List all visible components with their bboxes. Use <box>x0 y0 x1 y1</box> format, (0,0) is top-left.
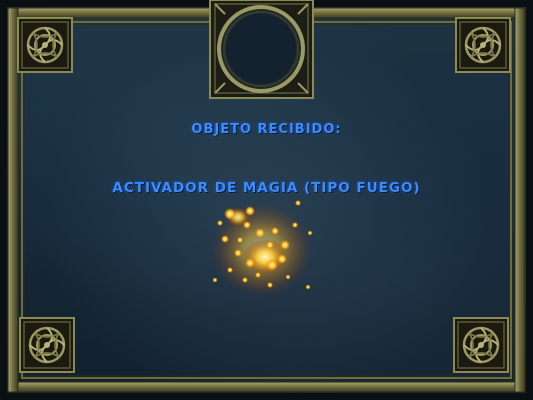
item-name-label: ACTIVADOR DE MAGIA (TIPO FUEGO) <box>112 180 421 196</box>
item-received-header: OBJETO RECIBIDO: <box>191 122 342 137</box>
item-received-screen: OBJETO RECIBIDO: ACTIVADOR DE MAGIA (TIP… <box>0 0 533 400</box>
fire-magic-particles-icon <box>210 200 314 298</box>
corner-ornament-bottom-left-icon <box>18 316 76 374</box>
corner-ornament-top-right-icon <box>454 16 512 74</box>
corner-ornament-top-left-icon <box>16 16 74 74</box>
corner-ornament-bottom-right-icon <box>452 316 510 374</box>
top-medallion-icon <box>209 0 314 99</box>
